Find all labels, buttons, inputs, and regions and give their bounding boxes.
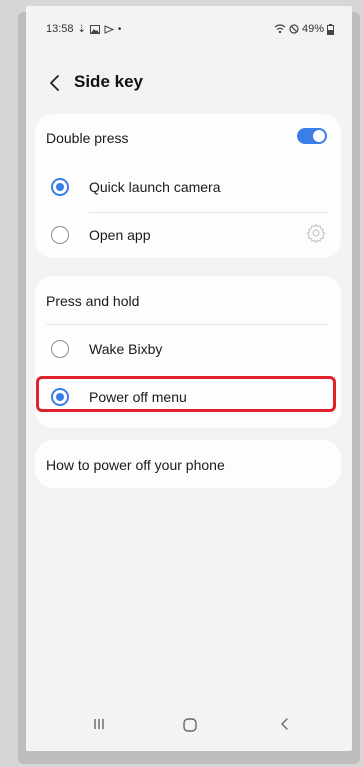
gear-icon[interactable] [305,222,327,244]
status-bar-right: 49% [274,23,334,35]
back-arrow-icon[interactable] [44,71,68,95]
radio-quick-launch-camera[interactable] [51,178,69,196]
status-time: 13:58 [46,23,74,35]
navigation-bar [26,703,352,751]
phone-screen: 13:58 ⇣ • 49% Side key Double press Quic… [26,6,352,751]
double-press-toggle[interactable] [297,128,327,144]
double-press-label: Double press [46,130,129,146]
battery-icon [327,23,334,35]
highlight-box [36,376,336,412]
wifi-icon [274,24,286,34]
home-icon[interactable] [182,717,198,733]
press-and-hold-header: Press and hold [35,276,341,322]
radio-wake-bixby[interactable] [51,340,69,358]
back-nav-icon[interactable] [278,717,290,731]
press-and-hold-label: Press and hold [46,293,140,309]
double-press-row[interactable]: Double press [35,114,341,160]
option-label: Wake Bixby [89,341,163,357]
page-header: Side key [26,64,352,104]
option-quick-launch-camera[interactable]: Quick launch camera [35,164,341,210]
status-bar: 13:58 ⇣ • 49% [26,6,352,46]
download-icon: ⇣ [77,23,86,35]
radio-open-app[interactable] [51,226,69,244]
gallery-icon [89,24,100,34]
help-card[interactable]: How to power off your phone [35,440,341,488]
recent-apps-icon[interactable] [92,717,106,731]
do-not-disturb-icon [289,24,299,34]
option-label: Quick launch camera [89,179,221,195]
battery-percent: 49% [301,23,324,35]
notification-dot-icon: • [117,23,122,35]
option-label: Open app [89,227,151,243]
status-bar-left: 13:58 ⇣ • [46,23,121,35]
double-press-card: Double press Quick launch camera Open ap… [35,114,341,258]
divider [46,324,329,325]
toggle-knob [312,129,326,143]
option-open-app[interactable]: Open app [35,212,341,258]
option-wake-bixby[interactable]: Wake Bixby [35,326,341,372]
how-to-power-off-link[interactable]: How to power off your phone [46,457,225,473]
page-title: Side key [74,72,143,91]
cast-icon [104,24,114,34]
